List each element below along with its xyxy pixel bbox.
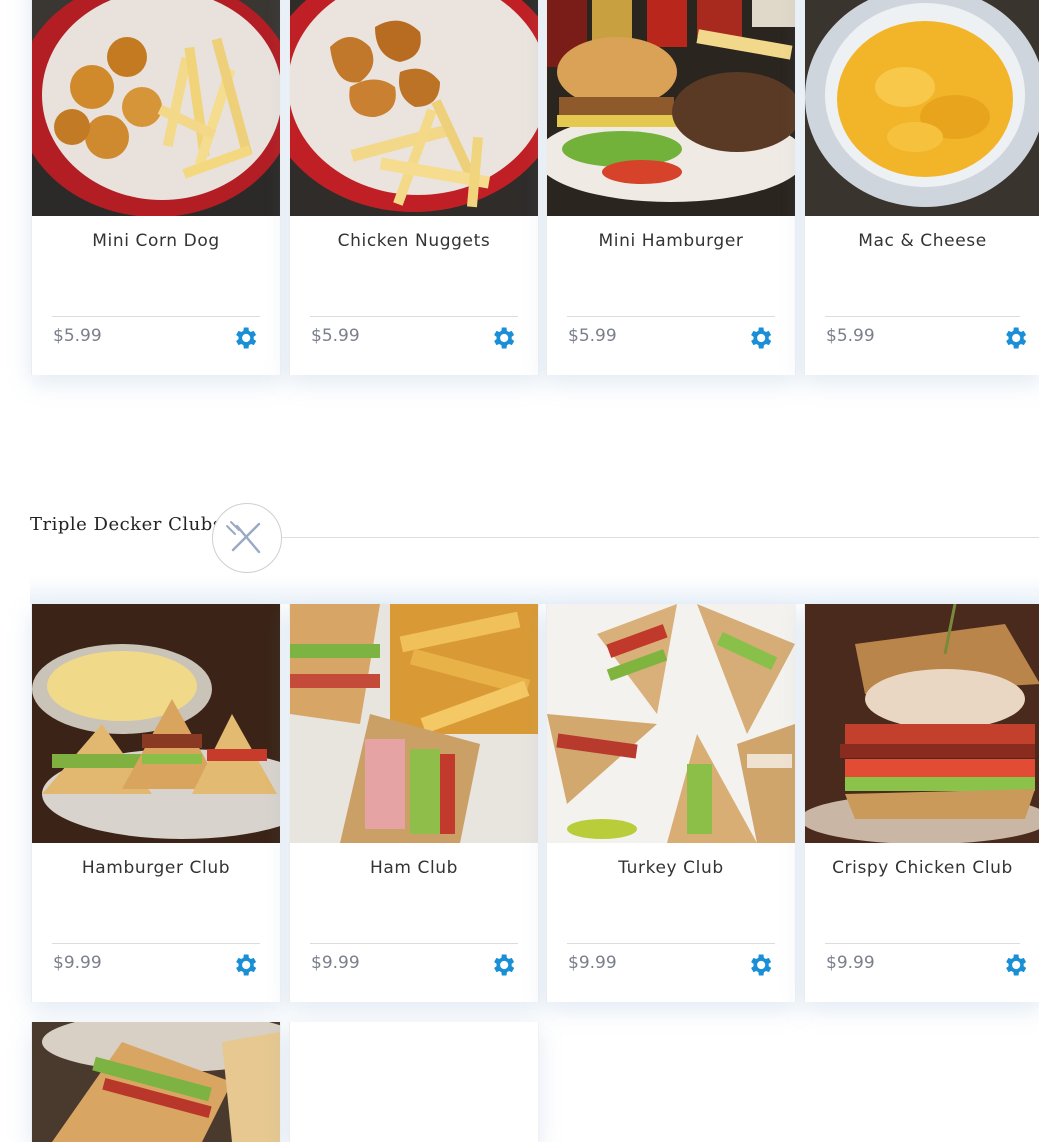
sandwich-photo[interactable]	[32, 1022, 280, 1142]
fork-knife-icon	[212, 503, 282, 573]
menu-card[interactable]: Hamburger Club $9.99	[31, 604, 281, 1002]
divider	[825, 316, 1020, 317]
mac-cheese-photo[interactable]	[805, 0, 1039, 216]
crispy-chicken-club-photo[interactable]	[805, 604, 1039, 843]
gear-icon[interactable]	[1001, 951, 1029, 979]
menu-card[interactable]	[31, 1022, 281, 1142]
image-placeholder	[290, 1022, 538, 1142]
item-name: Mini Hamburger	[598, 231, 744, 251]
section-divider	[281, 537, 1039, 538]
item-price: $9.99	[826, 953, 875, 973]
item-price: $5.99	[568, 326, 617, 346]
item-price: $9.99	[311, 953, 360, 973]
item-name: Mini Corn Dog	[92, 231, 220, 251]
item-price: $5.99	[826, 326, 875, 346]
chicken-nuggets-photo[interactable]	[290, 0, 538, 216]
item-price: $9.99	[568, 953, 617, 973]
divider	[825, 943, 1020, 944]
divider	[52, 943, 260, 944]
item-name: Crispy Chicken Club	[832, 858, 1013, 878]
item-name: Hamburger Club	[81, 858, 231, 878]
hamburger-photo[interactable]	[547, 0, 795, 216]
section-shadow	[30, 576, 1039, 604]
turkey-club-photo[interactable]	[547, 604, 795, 843]
gear-icon[interactable]	[231, 951, 259, 979]
menu-card[interactable]: Chicken Nuggets $5.99	[289, 0, 539, 375]
menu-card[interactable]: Mini Corn Dog $5.99	[31, 0, 281, 375]
gear-icon[interactable]	[489, 951, 517, 979]
item-price: $9.99	[53, 953, 102, 973]
corn-dog-photo[interactable]	[32, 0, 280, 216]
divider	[567, 316, 775, 317]
section-title: Triple Decker Clubs	[30, 514, 223, 535]
divider	[567, 943, 775, 944]
ham-club-photo[interactable]	[290, 604, 538, 843]
divider	[52, 316, 260, 317]
item-name: Turkey Club	[618, 858, 724, 878]
gear-icon[interactable]	[1001, 324, 1029, 352]
divider	[310, 943, 518, 944]
item-name: Chicken Nuggets	[337, 231, 491, 251]
hamburger-club-photo[interactable]	[32, 604, 280, 843]
menu-card[interactable]: Turkey Club $9.99	[546, 604, 796, 1002]
menu-card[interactable]: Crispy Chicken Club $9.99	[804, 604, 1039, 1002]
divider	[310, 316, 518, 317]
gear-icon[interactable]	[231, 324, 259, 352]
gear-icon[interactable]	[489, 324, 517, 352]
item-price: $5.99	[311, 326, 360, 346]
menu-card[interactable]: Mini Hamburger $5.99	[546, 0, 796, 375]
item-name: Mac & Cheese	[858, 231, 987, 251]
menu-card[interactable]	[289, 1022, 539, 1142]
menu-card[interactable]: Ham Club $9.99	[289, 604, 539, 1002]
menu-card[interactable]: Mac & Cheese $5.99	[804, 0, 1039, 375]
gear-icon[interactable]	[746, 951, 774, 979]
gear-icon[interactable]	[746, 324, 774, 352]
item-name: Ham Club	[369, 858, 459, 878]
item-price: $5.99	[53, 326, 102, 346]
